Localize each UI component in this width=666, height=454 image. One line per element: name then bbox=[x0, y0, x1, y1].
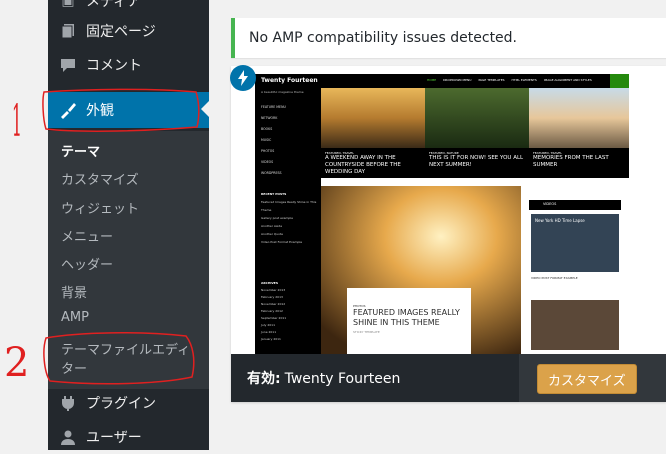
preview-archive-item: July 2011 bbox=[261, 323, 275, 327]
sidebar-item-comments[interactable]: コメント bbox=[48, 48, 209, 82]
preview-videos-label: VIDEOS bbox=[543, 202, 557, 206]
active-label: 有効: bbox=[247, 371, 281, 387]
preview-featured-title: A WEEKEND AWAY IN THE COUNTRYSIDE BEFORE… bbox=[325, 155, 401, 175]
preview-main-title: FEATURED IMAGES REALLY SHINE IN THIS THE… bbox=[353, 308, 460, 327]
theme-name-text: Twenty Fourteen bbox=[284, 371, 401, 387]
preview-archive-item: February 2013 bbox=[261, 295, 283, 299]
annotation-number-two: 2 bbox=[4, 340, 30, 386]
comment-icon bbox=[58, 55, 78, 75]
sidebar-item-pages[interactable]: 固定ページ bbox=[48, 14, 209, 48]
preview-nav: HOME DROPDOWN MENU PAGE TEMPLATES HTML E… bbox=[427, 78, 592, 82]
appearance-icon bbox=[58, 100, 78, 120]
preview-video-title: New York HD Time Lapse bbox=[535, 218, 585, 223]
submenu-amp[interactable]: AMP bbox=[61, 310, 89, 325]
preview-featured-title: MEMORIES FROM THE LAST SUMMER bbox=[533, 155, 609, 168]
preview-archive-item: September 2011 bbox=[261, 316, 287, 320]
preview-featured-3: FEATURED, TRAVEL MEMORIES FROM THE LAST … bbox=[533, 151, 627, 169]
preview-archives: ARCHIVES November 2013 February 2013 Nov… bbox=[261, 280, 286, 343]
sidebar-item-appearance[interactable]: 外観 bbox=[48, 92, 209, 128]
theme-screenshot[interactable]: Twenty Fourteen A beautiful magazine the… bbox=[255, 74, 629, 354]
sidebar-item-users[interactable]: ユーザー bbox=[48, 420, 209, 454]
preview-archive-item: November 2013 bbox=[261, 288, 286, 292]
preview-nav-html: HTML ELEMENTS bbox=[511, 78, 537, 82]
preview-featured-title: THIS IS IT FOR NOW! SEE YOU ALL NEXT SUM… bbox=[429, 155, 524, 168]
sidebar-item-plugins[interactable]: プラグイン bbox=[48, 386, 209, 420]
theme-card[interactable]: Twenty Fourteen A beautiful magazine the… bbox=[230, 65, 666, 402]
submenu-theme-editor-cont[interactable]: ター bbox=[61, 358, 87, 377]
sidebar-item-label: ユーザー bbox=[86, 430, 142, 446]
submenu-themes[interactable]: テーマ bbox=[61, 141, 100, 160]
preview-side-item: PHOTOS bbox=[261, 149, 275, 153]
preview-recent-item: Another Aside bbox=[261, 224, 283, 228]
preview-recent: RECENT POSTS Featured Images Really Shin… bbox=[261, 190, 317, 246]
preview-nav-home: HOME bbox=[427, 78, 437, 82]
sidebar-item-label: 外観 bbox=[86, 103, 114, 119]
preview-main-post: PHOTOS FEATURED IMAGES REALLY SHINE IN T… bbox=[353, 304, 471, 334]
preview-tagline: A beautiful magazine theme bbox=[261, 90, 304, 94]
preview-side-item: NETWORK bbox=[261, 116, 278, 120]
submenu-customize[interactable]: カスタマイズ bbox=[61, 169, 139, 188]
preview-video-caption: VIDEO POST FORMAT EXAMPLE bbox=[531, 276, 578, 280]
sidebar-item-label: メディア bbox=[86, 0, 142, 10]
preview-side-item: BOOKS bbox=[261, 127, 273, 131]
amp-notice: No AMP compatibility issues detected. bbox=[231, 18, 666, 58]
amp-lightning-icon bbox=[230, 65, 256, 91]
admin-sidebar: ▣ メディア 固定ページ コメント 外観 テーマ カスタマイズ ウィジェット メ… bbox=[48, 0, 209, 450]
preview-main-meta: STICKY TEMPLATE bbox=[353, 330, 380, 334]
preview-featured-1: FEATURED, TRAVEL A WEEKEND AWAY IN THE C… bbox=[325, 151, 421, 176]
customize-button[interactable]: カスタマイズ bbox=[537, 364, 637, 394]
preview-recent-item: Another Quote bbox=[261, 232, 284, 236]
preview-side-item: MUSIC bbox=[261, 138, 272, 142]
theme-name: 有効: Twenty Fourteen bbox=[247, 368, 400, 388]
preview-archive-item: November 2012 bbox=[261, 302, 286, 306]
preview-nav-alignment: IMAGE ALIGNMENT AND STYLES bbox=[543, 78, 592, 82]
media-icon: ▣ bbox=[61, 0, 75, 9]
sidebar-item-label: 固定ページ bbox=[86, 24, 156, 40]
submenu-background[interactable]: 背景 bbox=[61, 282, 87, 301]
preview-archive-item: January 2011 bbox=[261, 337, 281, 341]
preview-side-item: WORDPRESS bbox=[261, 171, 282, 175]
preview-side-item: FEATURE MENU bbox=[261, 105, 286, 109]
preview-nav-dropdown: DROPDOWN MENU bbox=[443, 78, 472, 82]
preview-recent-item: Featured Images Really Shine in This The… bbox=[261, 200, 317, 212]
preview-side-item: VIDEOS bbox=[261, 160, 274, 164]
users-icon bbox=[58, 427, 78, 447]
preview-featured-2: FEATURED, NATURE THIS IS IT FOR NOW! SEE… bbox=[429, 151, 525, 169]
annotation-number-one: 1 bbox=[12, 96, 22, 147]
submenu-widgets[interactable]: ウィジェット bbox=[61, 198, 139, 217]
plugin-icon bbox=[58, 393, 78, 413]
preview-side-menu: FEATURE MENU NETWORK BOOKS MUSIC PHOTOS … bbox=[261, 102, 286, 179]
preview-recent-item: Gallery post example bbox=[261, 216, 293, 220]
submenu-header[interactable]: ヘッダー bbox=[61, 254, 113, 273]
preview-archives-heading: ARCHIVES bbox=[261, 281, 278, 285]
preview-archive-item: February 2012 bbox=[261, 309, 283, 313]
theme-name-bar: 有効: Twenty Fourteen カスタマイズ bbox=[231, 354, 666, 402]
preview-recent-item: Video Post Format Example bbox=[261, 240, 303, 244]
preview-archive-item: June 2011 bbox=[261, 330, 277, 334]
preview-nav-templates: PAGE TEMPLATES bbox=[478, 78, 505, 82]
preview-recent-heading: RECENT POSTS bbox=[261, 192, 287, 196]
submenu-theme-editor[interactable]: テーマファイルエディ bbox=[61, 339, 190, 358]
preview-site-title: Twenty Fourteen bbox=[261, 77, 318, 84]
pages-icon bbox=[58, 21, 78, 41]
appearance-submenu: テーマ カスタマイズ ウィジェット メニュー ヘッダー 背景 AMP テーマファ… bbox=[48, 131, 209, 389]
sidebar-item-label: コメント bbox=[86, 58, 142, 74]
submenu-menus[interactable]: メニュー bbox=[61, 226, 113, 245]
notice-text: No AMP compatibility issues detected. bbox=[249, 30, 518, 46]
theme-actions: カスタマイズ bbox=[519, 354, 666, 402]
sidebar-item-label: プラグイン bbox=[86, 396, 156, 412]
